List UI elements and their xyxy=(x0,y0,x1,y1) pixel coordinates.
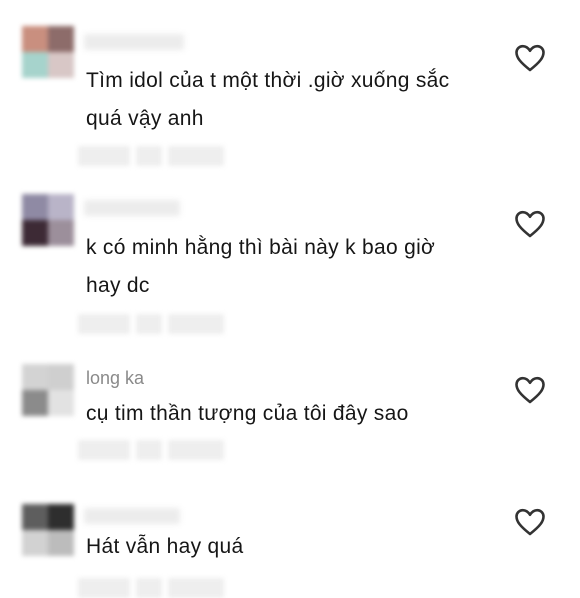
comment-item: Tìm idol của t một thời .giờ xuống sắc q… xyxy=(0,0,580,180)
comment-text: Tìm idol của t một thời .giờ xuống sắc q… xyxy=(86,62,506,138)
comment-meta-blurred xyxy=(78,314,224,334)
username-blurred[interactable] xyxy=(84,34,184,50)
avatar[interactable] xyxy=(22,364,74,416)
comment-text: cụ tim thần tượng của tôi đây sao xyxy=(86,395,506,433)
heart-outline-icon xyxy=(515,376,545,404)
like-button[interactable] xyxy=(514,210,546,238)
like-button[interactable] xyxy=(514,508,546,536)
comment-text-line: hay dc xyxy=(86,274,150,297)
heart-outline-icon xyxy=(515,508,545,536)
like-button[interactable] xyxy=(514,44,546,72)
comment-text-line: cụ tim thần tượng của tôi đây sao xyxy=(86,402,409,425)
heart-outline-icon xyxy=(515,44,545,72)
username-blurred[interactable] xyxy=(84,200,180,216)
comment-text: Hát vẫn hay quá xyxy=(86,528,506,566)
comment-text-line: Tìm idol của t một thời .giờ xuống sắc xyxy=(86,69,450,92)
comment-text-line: Hát vẫn hay quá xyxy=(86,535,244,558)
comment-meta-blurred xyxy=(78,440,224,460)
comment-item: long ka cụ tim thần tượng của tôi đây sa… xyxy=(0,350,580,480)
avatar[interactable] xyxy=(22,504,74,556)
heart-outline-icon xyxy=(515,210,545,238)
comment-meta-blurred xyxy=(78,146,224,166)
username-blurred[interactable] xyxy=(84,508,180,524)
comment-text: k có minh hằng thì bài này k bao giờ hay… xyxy=(86,229,506,305)
username[interactable]: long ka xyxy=(86,368,144,389)
comment-item: k có minh hằng thì bài này k bao giờ hay… xyxy=(0,180,580,350)
comment-text-line: k có minh hằng thì bài này k bao giờ xyxy=(86,236,436,259)
like-button[interactable] xyxy=(514,376,546,404)
comment-text-line: quá vậy anh xyxy=(86,107,204,130)
comment-item: Hát vẫn hay quá xyxy=(0,480,580,598)
comment-meta-blurred xyxy=(78,578,224,598)
avatar[interactable] xyxy=(22,194,74,246)
avatar[interactable] xyxy=(22,26,74,78)
